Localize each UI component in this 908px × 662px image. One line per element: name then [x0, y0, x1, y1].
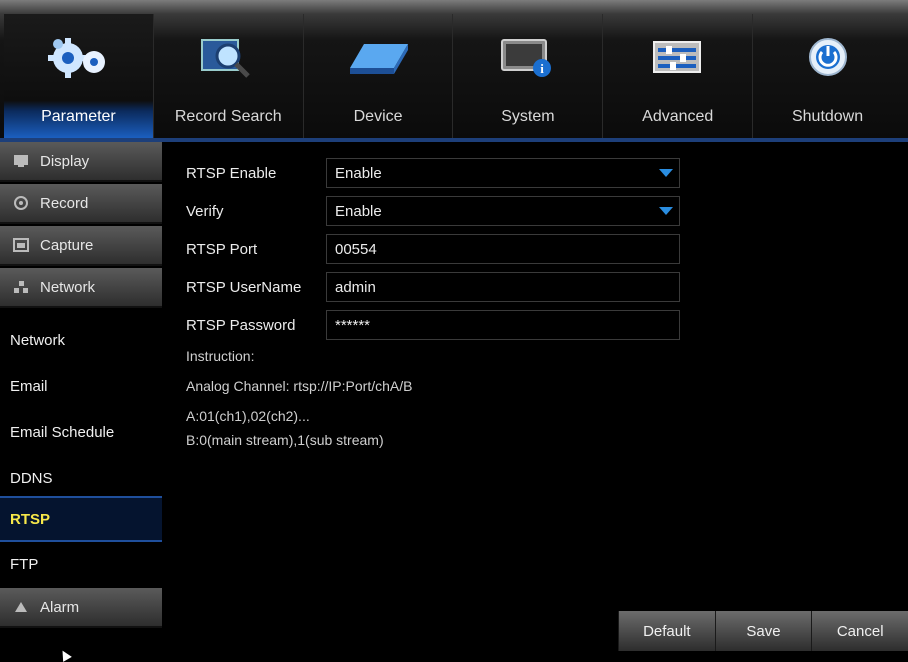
- top-menu-bar: Parameter Record Search Device i System …: [0, 0, 908, 138]
- sidebar-item-label: Display: [40, 152, 90, 170]
- sidebar-item-email[interactable]: Email: [0, 366, 162, 406]
- sidebar-item-label: Email Schedule: [10, 423, 115, 441]
- instruction-line: A:01(ch1),02(ch2)...: [186, 408, 310, 424]
- tab-parameter[interactable]: Parameter: [4, 14, 154, 138]
- verify-value: Enable: [335, 202, 382, 220]
- sidebar-item-display[interactable]: Display: [0, 142, 162, 182]
- dropdown-arrow-icon[interactable]: [659, 207, 673, 215]
- sidebar-item-label: FTP: [10, 555, 39, 573]
- rtsp-password-value: ******: [335, 316, 371, 334]
- sidebar-item-ddns[interactable]: DDNS: [0, 458, 162, 498]
- alarm-icon: [12, 600, 30, 614]
- rtsp-enable-row: RTSP Enable: [186, 158, 326, 188]
- verify-label: Verify: [186, 202, 224, 220]
- mouse-cursor-icon: [58, 648, 72, 662]
- svg-text:i: i: [540, 61, 544, 76]
- tab-label: Record Search: [174, 108, 282, 125]
- tab-device[interactable]: Device: [304, 14, 454, 138]
- save-button[interactable]: Save: [714, 611, 812, 651]
- sliders-icon: [646, 32, 710, 82]
- tab-advanced[interactable]: Advanced: [603, 14, 754, 138]
- sidebar-item-email-schedule[interactable]: Email Schedule: [0, 412, 162, 452]
- rtsp-password-row: RTSP Password: [186, 310, 326, 340]
- rtsp-password-label: RTSP Password: [186, 316, 296, 334]
- rtsp-username-label: RTSP UserName: [186, 278, 302, 296]
- verify-select[interactable]: Enable: [326, 196, 680, 226]
- sidebar-item-ftp[interactable]: FTP: [0, 544, 162, 584]
- sidebar-item-label: RTSP: [10, 510, 51, 528]
- rtsp-port-input[interactable]: 00554: [326, 234, 680, 264]
- dropdown-arrow-icon[interactable]: [659, 169, 673, 177]
- tab-shutdown[interactable]: Shutdown: [753, 14, 902, 138]
- instruction-line: Analog Channel: rtsp://IP:Port/chA/B: [186, 378, 413, 394]
- hard-drive-icon: [346, 32, 410, 82]
- rtsp-username-input[interactable]: admin: [326, 272, 680, 302]
- sidebar-item-label: Email: [10, 377, 48, 395]
- rtsp-password-input[interactable]: ******: [326, 310, 680, 340]
- rtsp-port-label: RTSP Port: [186, 240, 258, 258]
- tab-label: Advanced: [642, 108, 714, 125]
- tab-system[interactable]: i System: [453, 14, 604, 138]
- record-icon: [12, 196, 30, 210]
- sidebar-item-network[interactable]: Network: [0, 268, 162, 308]
- system-info-icon: i: [496, 32, 560, 82]
- instruction-line: B:0(main stream),1(sub stream): [186, 432, 384, 448]
- rtsp-port-row: RTSP Port: [186, 234, 326, 264]
- rtsp-enable-value: Enable: [335, 164, 382, 182]
- default-button[interactable]: Default: [618, 611, 715, 651]
- sidebar-item-alarm[interactable]: Alarm: [0, 588, 162, 628]
- network-icon: [12, 280, 30, 294]
- sidebar-item-capture[interactable]: Capture: [0, 226, 162, 266]
- sidebar-item-label: DDNS: [10, 469, 53, 487]
- sidebar-item-label: Record: [40, 194, 89, 212]
- sidebar-item-label: Network: [10, 331, 66, 349]
- rtsp-enable-label: RTSP Enable: [186, 164, 277, 182]
- verify-row: Verify: [186, 196, 326, 226]
- cancel-button[interactable]: Cancel: [811, 611, 908, 651]
- sidebar-item-record[interactable]: Record: [0, 184, 162, 224]
- rtsp-username-value: admin: [335, 278, 376, 296]
- rtsp-settings-panel: RTSP Enable Enable Verify Enable RTSP Po…: [162, 142, 908, 651]
- capture-icon: [12, 238, 30, 252]
- sidebar-item-label: Network: [40, 278, 96, 296]
- tab-label: System: [501, 108, 555, 125]
- rtsp-username-row: RTSP UserName: [186, 272, 326, 302]
- tab-record-search[interactable]: Record Search: [154, 14, 304, 138]
- instruction-heading: Instruction:: [186, 348, 255, 364]
- sidebar-item-network-settings[interactable]: Network: [0, 320, 162, 360]
- display-icon: [12, 154, 30, 168]
- rtsp-port-value: 00554: [335, 240, 377, 258]
- tab-label: Shutdown: [791, 108, 864, 125]
- rtsp-enable-select[interactable]: Enable: [326, 158, 680, 188]
- magnifier-icon: [196, 32, 260, 82]
- sidebar-item-label: Capture: [40, 236, 94, 254]
- action-buttons: Default Save Cancel: [618, 611, 908, 651]
- tab-label: Device: [353, 108, 403, 125]
- tab-label: Parameter: [41, 108, 116, 125]
- gears-icon: [46, 32, 110, 82]
- sidebar: Display Record Capture Network Network E…: [0, 142, 162, 662]
- sidebar-item-rtsp[interactable]: RTSP: [0, 496, 162, 542]
- sidebar-item-label: Alarm: [40, 598, 80, 616]
- power-icon: [796, 32, 860, 82]
